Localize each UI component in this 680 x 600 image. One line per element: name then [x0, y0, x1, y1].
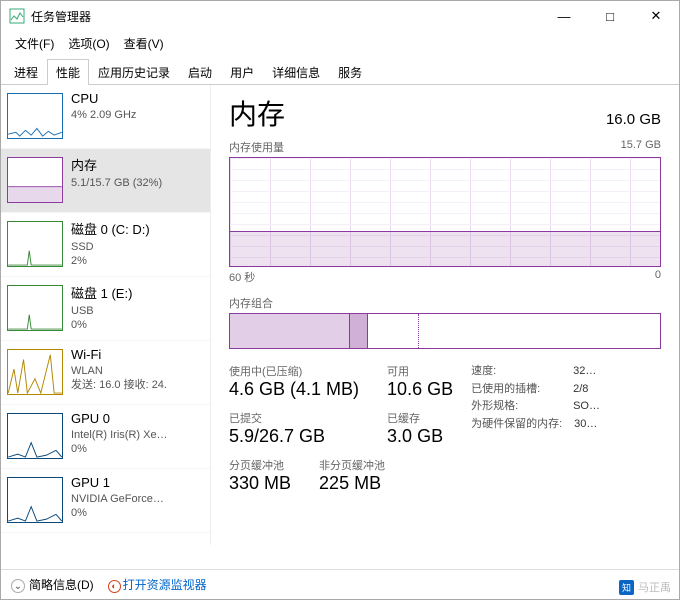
chart-x-right: 0: [655, 269, 661, 285]
stat-cached: 已缓存 3.0 GB: [387, 410, 453, 447]
tab-6[interactable]: 服务: [329, 59, 371, 85]
menu-view[interactable]: 查看(V): [118, 33, 170, 54]
spec-row: 为硬件保留的内存:30…: [471, 416, 600, 434]
menubar: 文件(F) 选项(O) 查看(V): [1, 31, 679, 58]
tabbar: 进程性能应用历史记录启动用户详细信息服务: [1, 58, 679, 85]
sparkline-gpu: [7, 413, 63, 459]
sparkline-net: [7, 349, 63, 395]
stat-inuse: 使用中(已压缩) 4.6 GB (4.1 MB): [229, 363, 359, 400]
close-button[interactable]: ✕: [633, 1, 679, 31]
comp-seg-compressed: [350, 314, 367, 348]
minimize-button[interactable]: —: [541, 1, 587, 31]
stat-committed: 已提交 5.9/26.7 GB: [229, 410, 359, 447]
stat-paged: 分页缓冲池 330 MB: [229, 457, 291, 494]
spec-row: 外形规格:SO…: [471, 398, 600, 416]
sidebar-item-disk-2[interactable]: 磁盘 0 (C: D:)SSD2%: [1, 213, 210, 277]
memory-total: 16.0 GB: [606, 111, 661, 128]
stat-nonpaged: 非分页缓冲池 225 MB: [319, 457, 385, 494]
window-title: 任务管理器: [31, 8, 541, 25]
app-icon: [9, 8, 25, 24]
sparkline-gpu: [7, 477, 63, 523]
sparkline-disk: [7, 221, 63, 267]
memory-usage-chart[interactable]: [229, 157, 661, 267]
page-title: 内存: [229, 93, 285, 133]
sidebar-item-gpu-5[interactable]: GPU 0Intel(R) Iris(R) Xe…0%: [1, 405, 210, 469]
stat-available: 可用 10.6 GB: [387, 363, 453, 400]
tab-4[interactable]: 用户: [221, 59, 263, 85]
statusbar: ⌄简略信息(D) ◐打开资源监视器: [1, 569, 679, 599]
tab-1[interactable]: 性能: [47, 59, 89, 85]
zhihu-icon: 知: [619, 580, 634, 595]
spec-row: 已使用的插槽:2/8: [471, 381, 600, 399]
menu-options[interactable]: 选项(O): [62, 33, 115, 54]
menu-file[interactable]: 文件(F): [9, 33, 60, 54]
sidebar-item-cpu-0[interactable]: CPU4% 2.09 GHz: [1, 85, 210, 149]
tab-0[interactable]: 进程: [5, 59, 47, 85]
spec-row: 速度:32…: [471, 363, 600, 381]
usage-chart-label: 内存使用量: [229, 139, 284, 155]
sidebar-item-disk-3[interactable]: 磁盘 1 (E:)USB0%: [1, 277, 210, 341]
tab-2[interactable]: 应用历史记录: [89, 59, 179, 85]
content: CPU4% 2.09 GHz内存5.1/15.7 GB (32%)磁盘 0 (C…: [1, 85, 679, 545]
sidebar-item-gpu-6[interactable]: GPU 1NVIDIA GeForce…0%: [1, 469, 210, 533]
stats-right: 速度:32…已使用的插槽:2/8外形规格:SO…为硬件保留的内存:30…: [471, 363, 600, 494]
sidebar-item-mem-1[interactable]: 内存5.1/15.7 GB (32%): [1, 149, 210, 213]
sidebar-item-net-4[interactable]: Wi-FiWLAN发送: 16.0 接收: 24.: [1, 341, 210, 405]
titlebar[interactable]: 任务管理器 — □ ✕: [1, 1, 679, 31]
memory-composition-chart[interactable]: [229, 313, 661, 349]
sidebar: CPU4% 2.09 GHz内存5.1/15.7 GB (32%)磁盘 0 (C…: [1, 85, 211, 545]
watermark: 知 马正禹: [619, 579, 671, 595]
composition-label: 内存组合: [229, 295, 661, 311]
brief-toggle[interactable]: ⌄简略信息(D): [11, 576, 94, 594]
main-panel: 内存 16.0 GB 内存使用量 15.7 GB 60 秒 0 内存组合 使用中…: [211, 85, 679, 545]
comp-seg-inuse: [230, 314, 350, 348]
chevron-down-icon: ⌄: [11, 579, 25, 593]
chart-x-left: 60 秒: [229, 269, 255, 285]
maximize-button[interactable]: □: [587, 1, 633, 31]
comp-seg-standby: [368, 314, 420, 348]
memory-usage-fill: [230, 231, 660, 266]
tab-5[interactable]: 详细信息: [263, 59, 329, 85]
tab-3[interactable]: 启动: [179, 59, 221, 85]
open-resmon-link[interactable]: ◐打开资源监视器: [108, 576, 207, 593]
window-controls: — □ ✕: [541, 1, 679, 31]
usage-chart-max: 15.7 GB: [621, 139, 661, 155]
resmon-icon: ◐: [108, 580, 121, 593]
sparkline-cpu: [7, 93, 63, 139]
sparkline-mem: [7, 157, 63, 203]
sparkline-disk: [7, 285, 63, 331]
